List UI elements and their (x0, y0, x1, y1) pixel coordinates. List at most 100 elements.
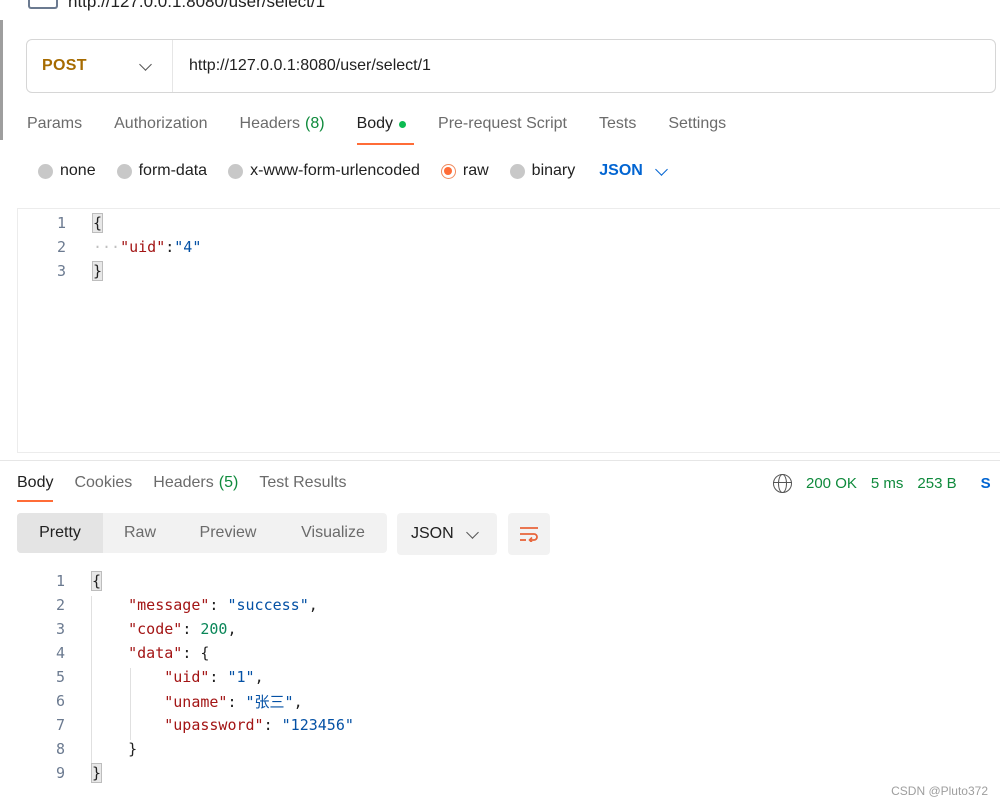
radio-label: none (60, 162, 96, 179)
line-number: 3 (55, 620, 65, 638)
line-number: 4 (55, 644, 65, 662)
response-tabs: Body Cookies Headers (5) Test Results (17, 471, 367, 502)
radio-icon (228, 163, 244, 179)
chevron-down-icon (654, 162, 668, 176)
http-request-icon (28, 0, 58, 9)
chevron-down-icon (466, 525, 479, 539)
tab-tests[interactable]: Tests (599, 112, 636, 136)
body-language-label: JSON (599, 162, 643, 179)
left-rail (0, 0, 4, 805)
body-language-select[interactable]: JSON (599, 162, 668, 180)
json-key: "uid" (120, 238, 166, 256)
line-number: 2 (56, 238, 66, 256)
globe-icon[interactable] (773, 473, 792, 493)
code-line: 7 "upassword": "123456" (17, 713, 354, 737)
code-line: 3 } (18, 259, 104, 283)
tab-test-results[interactable]: Test Results (259, 471, 346, 495)
code-line: 8 } (17, 737, 137, 761)
json-value: 200 (200, 620, 228, 638)
line-number: 3 (56, 262, 66, 280)
line-number: 6 (55, 692, 65, 710)
request-tabs: Params Authorization Headers (8) Body Pre… (27, 112, 758, 146)
chevron-down-icon (139, 57, 152, 71)
response-body-viewer[interactable]: 1 { 2 "message": "success", 3 "code": 20… (17, 568, 1000, 788)
line-number: 1 (55, 572, 65, 590)
body-type-raw[interactable]: raw (440, 162, 489, 180)
request-title-text: http://127.0.0.1:8080/user/select/1 (68, 0, 326, 11)
code-line: 4 "data": { (17, 641, 209, 665)
radio-icon (38, 163, 53, 179)
wrap-lines-icon (520, 527, 538, 542)
request-body-editor[interactable]: 1 { 2 ···"uid":"4" 3 } (17, 208, 1000, 453)
tab-authorization[interactable]: Authorization (114, 112, 207, 136)
body-type-urlencoded[interactable]: x-www-form-urlencoded (228, 162, 420, 180)
radio-label: binary (531, 162, 576, 179)
tab-pre-request-script[interactable]: Pre-request Script (438, 112, 567, 136)
radio-label: form-data (138, 162, 208, 179)
tab-headers[interactable]: Headers (8) (240, 112, 325, 136)
code-line: 2 "message": "success", (17, 593, 318, 617)
view-preview[interactable]: Preview (177, 513, 279, 553)
json-key: "uid" (164, 668, 210, 686)
radio-label: raw (462, 162, 489, 179)
json-key: "upassword" (164, 716, 264, 734)
response-time[interactable]: 5 ms (871, 475, 904, 492)
line-number: 8 (55, 740, 65, 758)
tab-label: Tests (598, 115, 637, 132)
code-line: 1 { (18, 211, 104, 235)
tab-label: Cookies (74, 474, 133, 491)
tab-label: Params (27, 115, 83, 132)
view-raw[interactable]: Raw (103, 513, 177, 553)
url-bar: POST (26, 39, 996, 93)
radio-icon (509, 163, 525, 179)
url-input[interactable] (173, 40, 995, 92)
tab-label: Headers (239, 115, 300, 132)
wrap-lines-button[interactable] (508, 513, 550, 555)
json-value: "张三" (245, 692, 294, 711)
radio-icon (116, 163, 132, 179)
tab-response-body[interactable]: Body (17, 471, 54, 502)
response-format-select[interactable]: JSON (397, 513, 497, 555)
tab-label: Body (356, 115, 394, 132)
tab-cookies[interactable]: Cookies (74, 471, 132, 495)
json-value: "4" (174, 238, 202, 256)
radio-label: x-www-form-urlencoded (250, 162, 420, 179)
tab-label: Test Results (259, 474, 347, 491)
json-value: "123456" (281, 716, 354, 734)
tab-count: (8) (305, 115, 325, 132)
response-size[interactable]: 253 B (917, 475, 956, 492)
request-title: http://127.0.0.1:8080/user/select/1 (28, 0, 325, 12)
save-response-button[interactable]: S (981, 475, 991, 492)
json-value: "1" (227, 668, 255, 686)
tab-settings[interactable]: Settings (668, 112, 726, 136)
code-line: 5 "uid": "1", (17, 665, 264, 689)
line-number: 5 (55, 668, 65, 686)
code-line: 2 ···"uid":"4" (18, 235, 201, 259)
tab-label: Headers (153, 474, 214, 491)
body-type-none[interactable]: none (38, 162, 96, 180)
line-number: 7 (55, 716, 65, 734)
tab-label: Body (17, 474, 54, 491)
method-select[interactable]: POST (27, 40, 173, 92)
line-number: 2 (55, 596, 65, 614)
code-brace: { (91, 213, 104, 233)
method-label: POST (42, 57, 87, 74)
view-visualize[interactable]: Visualize (279, 513, 387, 553)
status-code[interactable]: 200 OK (806, 475, 857, 492)
tab-body[interactable]: Body (356, 112, 415, 145)
indent-guide: ··· (93, 238, 121, 256)
body-type-form-data[interactable]: form-data (116, 162, 208, 180)
json-key: "code" (128, 620, 183, 638)
tab-label: Pre-request Script (438, 115, 567, 132)
json-value: "success" (227, 596, 309, 614)
body-type-binary[interactable]: binary (509, 162, 576, 180)
watermark: CSDN @Pluto372 (891, 784, 988, 798)
pane-divider[interactable] (0, 460, 1000, 461)
response-format-label: JSON (411, 525, 454, 542)
code-line: 3 "code": 200, (17, 617, 237, 641)
json-key: "data" (128, 644, 183, 662)
tab-params[interactable]: Params (27, 112, 82, 136)
tab-response-headers[interactable]: Headers (5) (153, 471, 238, 495)
view-pretty[interactable]: Pretty (17, 513, 103, 553)
modified-dot-icon (399, 120, 407, 128)
